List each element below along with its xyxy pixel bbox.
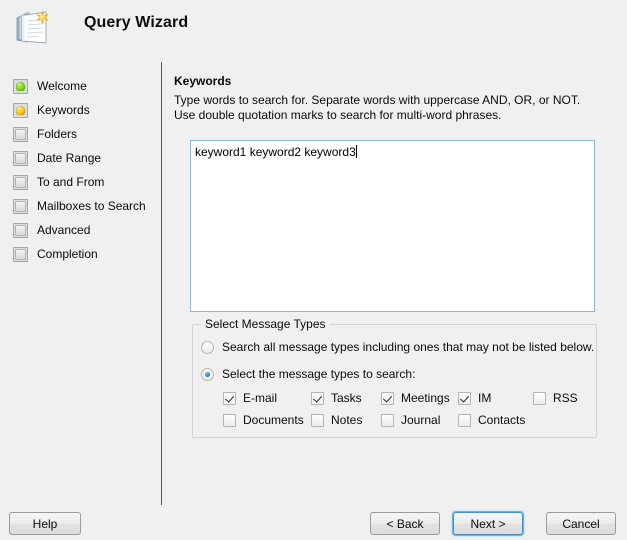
step-pending-icon <box>13 126 28 142</box>
text-caret <box>355 145 357 158</box>
checkbox-indicator <box>381 413 394 427</box>
sidebar-item-label: Mailboxes to Search <box>37 199 146 213</box>
checkbox-label: RSS <box>553 391 578 405</box>
sidebar-item-label: Folders <box>37 127 78 141</box>
sidebar-item-date-range[interactable]: Date Range <box>0 146 160 170</box>
sidebar-item-advanced[interactable]: Advanced <box>0 218 160 242</box>
step-pending-icon <box>13 246 28 262</box>
checkbox-e-mail[interactable]: E-mail <box>223 391 277 405</box>
main-content: Keywords Type words to search for. Separ… <box>174 74 614 123</box>
checkbox-label: Documents <box>243 413 304 427</box>
sidebar-item-keywords[interactable]: Keywords <box>0 98 160 122</box>
checkbox-rss[interactable]: RSS <box>533 391 578 405</box>
checkbox-journal[interactable]: Journal <box>381 413 440 427</box>
sidebar-item-label: To and From <box>37 175 105 189</box>
sidebar-item-label: Welcome <box>37 79 87 93</box>
help-button[interactable]: Help <box>9 512 81 535</box>
group-label: Select Message Types <box>201 317 330 331</box>
step-pending-icon <box>13 150 28 166</box>
section-title: Keywords <box>174 74 232 88</box>
notepad-star-icon <box>13 8 55 48</box>
select-message-types-group: Select Message Types Search all message … <box>192 317 597 438</box>
cancel-button[interactable]: Cancel <box>546 512 616 535</box>
checkbox-indicator <box>223 391 236 405</box>
sidebar-item-label: Advanced <box>37 223 91 237</box>
wizard-step-sidebar: Welcome Keywords Folders Date Range To and F… <box>0 74 160 266</box>
checkbox-label: IM <box>478 391 492 405</box>
checkbox-im[interactable]: IM <box>458 391 491 405</box>
checkbox-label: Notes <box>331 413 363 427</box>
radio-search-all-types[interactable]: Search all message types including ones … <box>201 340 594 354</box>
section-description: Type words to search for. Separate words… <box>174 93 581 122</box>
keywords-input[interactable]: keyword1 keyword2 keyword3 <box>190 140 595 312</box>
sidebar-item-label: Keywords <box>37 103 90 117</box>
checkbox-indicator <box>223 413 236 427</box>
keywords-input-value: keyword1 keyword2 keyword3 <box>195 145 357 160</box>
checkbox-indicator <box>311 413 324 427</box>
wizard-header: Query Wizard <box>0 0 627 58</box>
checkbox-label: Tasks <box>331 391 362 405</box>
checkbox-indicator <box>533 391 546 405</box>
radio-all-indicator <box>201 340 214 354</box>
checkbox-indicator <box>311 391 324 405</box>
step-current-icon <box>13 102 28 118</box>
radio-select-indicator <box>201 367 214 381</box>
checkbox-meetings[interactable]: Meetings <box>381 391 450 405</box>
sidebar-item-completion[interactable]: Completion <box>0 242 160 266</box>
step-pending-icon <box>13 174 28 190</box>
next-button[interactable]: Next > <box>453 512 523 535</box>
checkbox-indicator <box>458 413 471 427</box>
checkbox-indicator <box>458 391 471 405</box>
step-pending-icon <box>13 222 28 238</box>
checkbox-label: E-mail <box>243 391 278 405</box>
sidebar-item-to-and-from[interactable]: To and From <box>0 170 160 194</box>
sidebar-item-label: Date Range <box>37 151 102 165</box>
checkbox-documents[interactable]: Documents <box>223 413 304 427</box>
back-button[interactable]: < Back <box>370 512 440 535</box>
checkbox-label: Journal <box>401 413 441 427</box>
radio-all-label: Search all message types including ones … <box>222 340 595 354</box>
keywords-text-span: keyword1 keyword2 keyword3 <box>195 145 356 159</box>
checkbox-notes[interactable]: Notes <box>311 413 362 427</box>
radio-select-label: Select the message types to search: <box>222 367 416 381</box>
sidebar-item-mailboxes-to-search[interactable]: Mailboxes to Search <box>0 194 160 218</box>
step-pending-icon <box>13 198 28 214</box>
checkbox-label: Contacts <box>478 413 526 427</box>
vertical-divider <box>161 62 162 505</box>
sidebar-item-folders[interactable]: Folders <box>0 122 160 146</box>
checkbox-contacts[interactable]: Contacts <box>458 413 525 427</box>
checkbox-label: Meetings <box>401 391 450 405</box>
checkbox-tasks[interactable]: Tasks <box>311 391 362 405</box>
step-complete-icon <box>13 78 28 94</box>
sidebar-item-welcome[interactable]: Welcome <box>0 74 160 98</box>
sidebar-item-label: Completion <box>37 247 98 261</box>
page-title: Query Wizard <box>84 14 189 31</box>
checkbox-indicator <box>381 391 394 405</box>
radio-select-types[interactable]: Select the message types to search: <box>201 367 415 381</box>
